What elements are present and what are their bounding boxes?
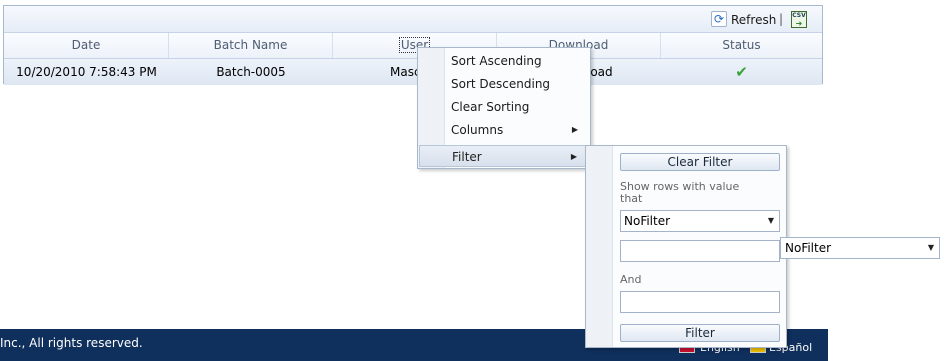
filter-submenu: Clear Filter Show rows with value that N… (585, 145, 787, 348)
batch-grid: ⟳ Refresh | CSV ➜ Date Batch Name User Do… (3, 5, 823, 85)
export-arrow-icon: ➜ (795, 19, 803, 28)
cell-batch-name: Batch-0005 (216, 65, 286, 79)
second-filter-value-input[interactable] (620, 291, 780, 313)
dropdown-arrow-icon: ▼ (927, 243, 934, 252)
menu-item-filter[interactable]: Filter ▶ (419, 145, 590, 167)
first-condition-value: NoFilter (624, 214, 671, 228)
second-condition-select[interactable]: NoFilter ▼ (780, 237, 940, 259)
show-rows-label-continued: that (620, 192, 643, 205)
export-csv-text: CSV (792, 12, 806, 19)
clear-filter-button[interactable]: Clear Filter (620, 153, 780, 171)
second-condition-value: NoFilter (785, 241, 832, 255)
refresh-icon[interactable]: ⟳ (711, 11, 727, 27)
column-header-batch-name[interactable]: Batch Name (169, 33, 333, 58)
first-filter-value-input[interactable] (620, 240, 780, 262)
column-context-menu: Sort Ascending Sort Descending Clear Sor… (417, 47, 591, 169)
menu-item-sort-descending[interactable]: Sort Descending (446, 73, 590, 95)
refresh-button[interactable]: Refresh (731, 13, 776, 27)
dropdown-arrow-icon: ▼ (767, 216, 774, 225)
menu-item-columns-label: Columns (451, 123, 504, 137)
and-label: And (620, 273, 642, 286)
column-header-status[interactable]: Status (661, 33, 822, 58)
column-header-date[interactable]: Date (4, 33, 169, 58)
grid-header-row: Date Batch Name User Download Status (4, 33, 822, 59)
cell-status: ✔ (661, 59, 822, 85)
cell-date: 10/20/2010 7:58:43 PM (16, 65, 157, 79)
grid-toolbar: ⟳ Refresh | CSV ➜ (4, 6, 822, 33)
menu-item-sort-ascending[interactable]: Sort Ascending (446, 50, 590, 72)
status-check-icon: ✔ (735, 63, 748, 81)
filter-button[interactable]: Filter (620, 324, 780, 342)
table-row[interactable]: 10/20/2010 7:58:43 PM Batch-0005 Mascare… (4, 59, 822, 85)
menu-gutter (586, 146, 613, 347)
submenu-arrow-icon: ▶ (570, 152, 577, 161)
menu-item-columns[interactable]: Columns ▶ (446, 119, 590, 141)
export-csv-icon[interactable]: CSV ➜ (791, 11, 807, 28)
menu-item-clear-sorting[interactable]: Clear Sorting (446, 96, 590, 118)
submenu-arrow-icon: ▶ (571, 125, 578, 134)
copyright-text: Inc., All rights reserved. (0, 336, 143, 350)
show-rows-label: Show rows with value (620, 180, 740, 193)
first-condition-select[interactable]: NoFilter ▼ (620, 210, 780, 232)
toolbar-separator: | (779, 12, 784, 26)
menu-item-filter-label: Filter (452, 150, 482, 164)
